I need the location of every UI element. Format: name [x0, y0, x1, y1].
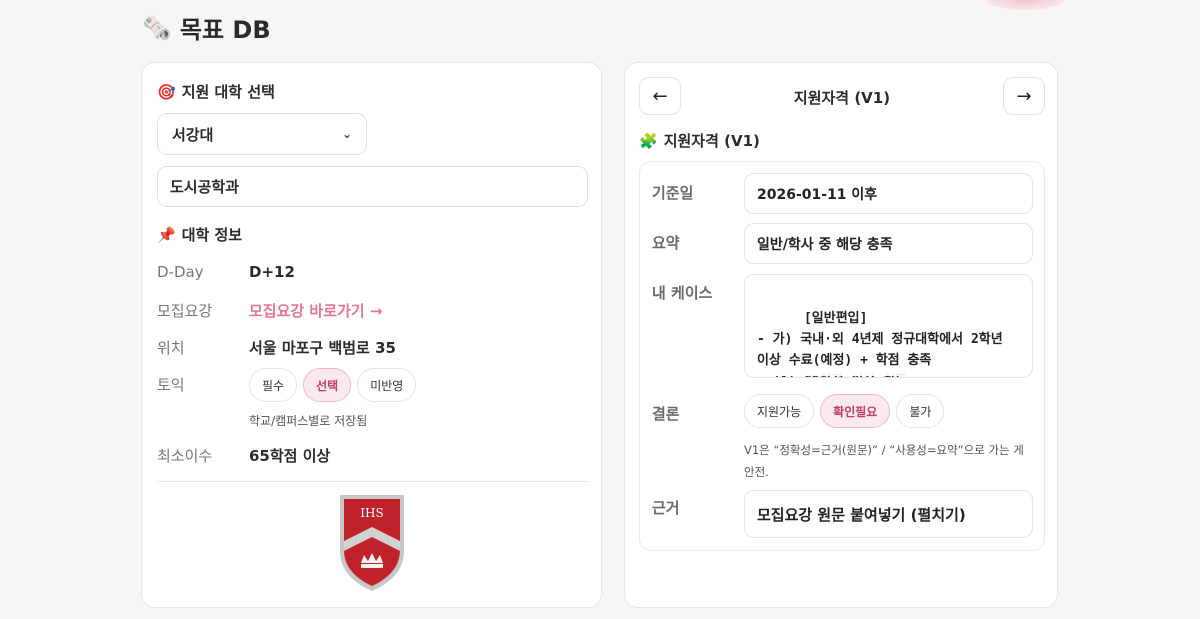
location-value: 서울 마포구 백범로 35 [249, 339, 396, 357]
conclusion-label: 결론 [652, 405, 680, 423]
next-button[interactable]: → [1003, 77, 1045, 115]
summary-label: 요약 [652, 234, 680, 252]
chevron-down-icon: ⌄ [341, 127, 352, 141]
univ-section-title: 🎯 지원 대학 선택 [157, 82, 275, 102]
university-select-value: 서강대 [172, 125, 214, 144]
conclusion-options: 지원가능 확인필요 불가 [744, 394, 945, 428]
my-case-textarea[interactable]: [일반편입] - 가) 국내·외 4년제 정규대학에서 2학년 이상 수료(예정… [744, 274, 1033, 378]
puzzle-icon: 🧩 [639, 131, 658, 150]
credits-label: 최소이수 [157, 447, 213, 465]
toeic-note: 학교/캠퍼스별로 저장됨 [249, 414, 368, 428]
conclusion-option-ineligible[interactable]: 불가 [896, 394, 945, 428]
qualification-card: ← 지원자격 (V1) → 🧩 지원자격 (V1) 기준일 2026-01-11… [624, 62, 1058, 608]
conclusion-option-eligible[interactable]: 지원가능 [744, 394, 815, 428]
conclusion-note: V1은 “정확성=근거(원문)” / “사용성=요약”으로 가는 게 안전. [744, 443, 1024, 479]
qualification-nav-title: 지원자격 (V1) [793, 89, 891, 107]
toeic-label: 토익 [157, 376, 185, 394]
svg-text:IHS: IHS [360, 506, 383, 520]
info-section-title: 📌 대학 정보 [157, 225, 243, 245]
base-date-field[interactable]: 2026-01-11 이후 [744, 173, 1033, 214]
guide-label: 모집요강 [157, 302, 213, 320]
toeic-option-none[interactable]: 미반영 [357, 368, 417, 402]
major-input-value: 도시공학과 [170, 178, 240, 196]
toeic-options: 필수 선택 미반영 [249, 368, 417, 402]
location-label: 위치 [157, 339, 185, 357]
base-date-label: 기준일 [652, 184, 694, 202]
fade-overlay [746, 366, 1031, 376]
dday-label: D-Day [157, 263, 204, 281]
toeic-option-required[interactable]: 필수 [249, 368, 298, 402]
university-crest-logo: IHS [340, 495, 404, 591]
divider [157, 481, 588, 482]
credits-value: 65학점 이상 [249, 447, 331, 465]
major-input[interactable]: 도시공학과 [157, 166, 588, 207]
guide-link[interactable]: 모집요강 바로가기 → [249, 302, 382, 320]
target-icon: 🎯 [157, 82, 176, 101]
qualification-panel: 기준일 2026-01-11 이후 요약 일반/학사 중 해당 충족 내 케이스… [639, 161, 1045, 551]
toeic-option-optional[interactable]: 선택 [303, 368, 352, 402]
evidence-label: 근거 [652, 499, 680, 517]
decorative-glow [985, 0, 1065, 10]
conclusion-option-check[interactable]: 확인필요 [820, 394, 891, 428]
university-select[interactable]: 서강대 ⌄ [157, 113, 367, 155]
page-title: 🗞️ 목표 DB [142, 10, 271, 45]
evidence-toggle[interactable]: 모집요강 원문 붙여넣기 (펼치기) [744, 490, 1033, 538]
newspaper-icon: 🗞️ [142, 13, 172, 42]
page-title-text: 목표 DB [179, 16, 271, 44]
summary-field[interactable]: 일반/학사 중 해당 충족 [744, 223, 1033, 264]
my-case-label: 내 케이스 [652, 284, 713, 302]
pushpin-icon: 📌 [157, 225, 176, 244]
dday-value: D+12 [249, 263, 295, 281]
qualification-section-title: 🧩 지원자격 (V1) [639, 131, 760, 151]
university-card: 🎯 지원 대학 선택 서강대 ⌄ 도시공학과 📌 대학 정보 D-Day D+1… [141, 62, 602, 608]
